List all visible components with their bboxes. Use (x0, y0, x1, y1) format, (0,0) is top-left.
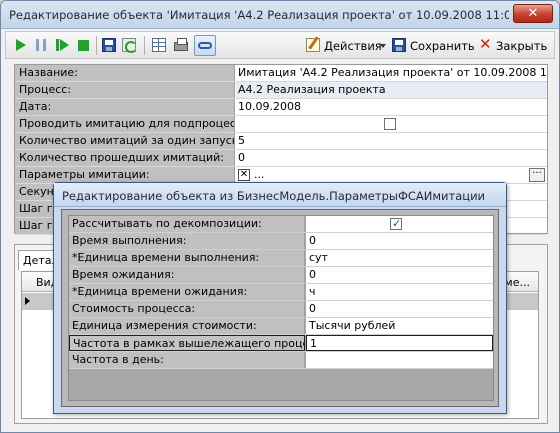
dialog-row[interactable]: *Единица времени ожидания: ч (69, 284, 493, 301)
row-pointer-icon (25, 297, 30, 305)
step-forward-icon[interactable] (56, 39, 69, 51)
dialog-row[interactable]: Рассчитывать по декомпозиции: (69, 216, 493, 233)
dialog-row-value[interactable]: сут (306, 250, 493, 266)
dialog-row[interactable]: Время выполнения: 0 (69, 233, 493, 250)
dialog-row[interactable]: Стоимость процесса: 0 (69, 301, 493, 318)
link-icon (198, 42, 212, 49)
dialog-row-value[interactable]: 0 (306, 233, 493, 249)
dialog-row-label: Рассчитывать по декомпозиции: (69, 216, 305, 232)
property-value[interactable]: Имитация 'А4.2 Реализация проекта' от 10… (236, 65, 547, 81)
dialog-row-value[interactable]: ч (306, 284, 493, 300)
save-icon (392, 38, 406, 52)
property-row[interactable]: Количество имитаций за один запуск: 5 (15, 133, 547, 150)
dialog-title-bar: Редактирование объекта из БизнесМодель.П… (54, 183, 506, 207)
title-bar: Редактирование объекта 'Имитация 'А4.2 Р… (1, 1, 559, 29)
property-value: ✕ ... ··· (236, 167, 547, 183)
property-label: Параметры имитации: (15, 167, 235, 183)
dialog-body: Рассчитывать по декомпозиции: Время выпо… (61, 209, 499, 407)
property-value[interactable]: 0 (236, 150, 547, 166)
pause-icon[interactable] (36, 39, 46, 51)
save-icon[interactable] (102, 38, 116, 52)
dialog-title: Редактирование объекта из БизнесМодель.П… (62, 189, 486, 203)
table-icon[interactable] (152, 38, 166, 52)
property-value[interactable]: 10.09.2008 (236, 99, 547, 115)
dialog-row-label: Время ожидания: (69, 267, 305, 283)
refresh-icon[interactable] (122, 38, 137, 53)
save-button[interactable]: Сохранить (410, 39, 475, 53)
property-label: Количество имитаций за один запуск: (15, 133, 235, 149)
params-value: ... (254, 168, 265, 181)
dialog-row[interactable]: *Единица времени выполнения: сут (69, 250, 493, 267)
dialog-row-value[interactable] (306, 352, 493, 368)
dialog-row-label: *Единица времени ожидания: (69, 284, 305, 300)
dialog-row-label: Единица измерения стоимости: (69, 318, 305, 334)
close-button[interactable]: Закрыть (496, 39, 547, 53)
subprocess-checkbox[interactable] (384, 118, 396, 130)
dialog-empty-area (69, 369, 493, 400)
actions-icon (306, 38, 320, 52)
dialog-row-label: Время выполнения: (69, 233, 305, 249)
dialog-row-value[interactable]: 1 (306, 335, 493, 351)
property-value[interactable]: А4.2 Реализация проекта (236, 82, 547, 98)
tab-details[interactable]: Детал (18, 250, 58, 270)
toolbar: Действия Сохранить ✕ Закрыть (5, 31, 555, 59)
property-value (236, 116, 547, 132)
dialog-row-label: Частота в день: (69, 352, 305, 368)
chevron-down-icon[interactable] (380, 44, 386, 48)
dialog-row-label: Частота в рамках вышележащего процесса: (69, 335, 305, 351)
decomposition-checkbox[interactable] (390, 216, 402, 232)
dialog-property-grid: Рассчитывать по декомпозиции: Время выпо… (68, 215, 494, 401)
property-value[interactable]: 5 (236, 133, 547, 149)
dialog-row-label: *Единица времени выполнения: (69, 250, 305, 266)
property-label: Дата: (15, 99, 235, 115)
param-dialog: Редактирование объекта из БизнесМодель.П… (53, 182, 507, 414)
play-icon[interactable] (16, 39, 26, 51)
property-row[interactable]: Дата: 10.09.2008 (15, 99, 547, 116)
property-row[interactable]: Процесс: А4.2 Реализация проекта (15, 82, 547, 99)
property-label: Название: (15, 65, 235, 81)
ellipsis-button[interactable]: ··· (529, 168, 545, 182)
property-row[interactable]: Количество прошедших имитаций: 0 (15, 150, 547, 167)
close-icon: ✕ (479, 35, 492, 53)
dialog-row[interactable]: Частота в день: (69, 352, 493, 369)
property-label: Проводить имитацию для подпроцессов: (15, 116, 235, 132)
dialog-row-selected[interactable]: Частота в рамках вышележащего процесса: … (69, 335, 493, 352)
property-label: Процесс: (15, 82, 235, 98)
dialog-row-value[interactable]: Тысячи рублей (306, 318, 493, 334)
property-label: Количество прошедших имитаций: (15, 150, 235, 166)
property-row[interactable]: Проводить имитацию для подпроцессов: (15, 116, 547, 133)
actions-menu[interactable]: Действия (324, 39, 382, 53)
dialog-row[interactable]: Единица измерения стоимости: Тысячи рубл… (69, 318, 493, 335)
dialog-row-value[interactable]: 0 (306, 267, 493, 283)
stop-icon[interactable] (78, 40, 89, 51)
clear-icon[interactable]: ✕ (238, 169, 250, 181)
dialog-row-label: Стоимость процесса: (69, 301, 305, 317)
print-icon[interactable] (174, 38, 188, 51)
dialog-row-value (306, 216, 493, 232)
dialog-row-value[interactable]: 0 (306, 301, 493, 317)
window-close-button[interactable]: ✕ (513, 4, 553, 23)
property-row[interactable]: Название: Имитация 'А4.2 Реализация прое… (15, 65, 547, 82)
dialog-row[interactable]: Время ожидания: 0 (69, 267, 493, 284)
link-button[interactable] (194, 35, 216, 56)
window-title: Редактирование объекта 'Имитация 'А4.2 Р… (9, 8, 509, 22)
